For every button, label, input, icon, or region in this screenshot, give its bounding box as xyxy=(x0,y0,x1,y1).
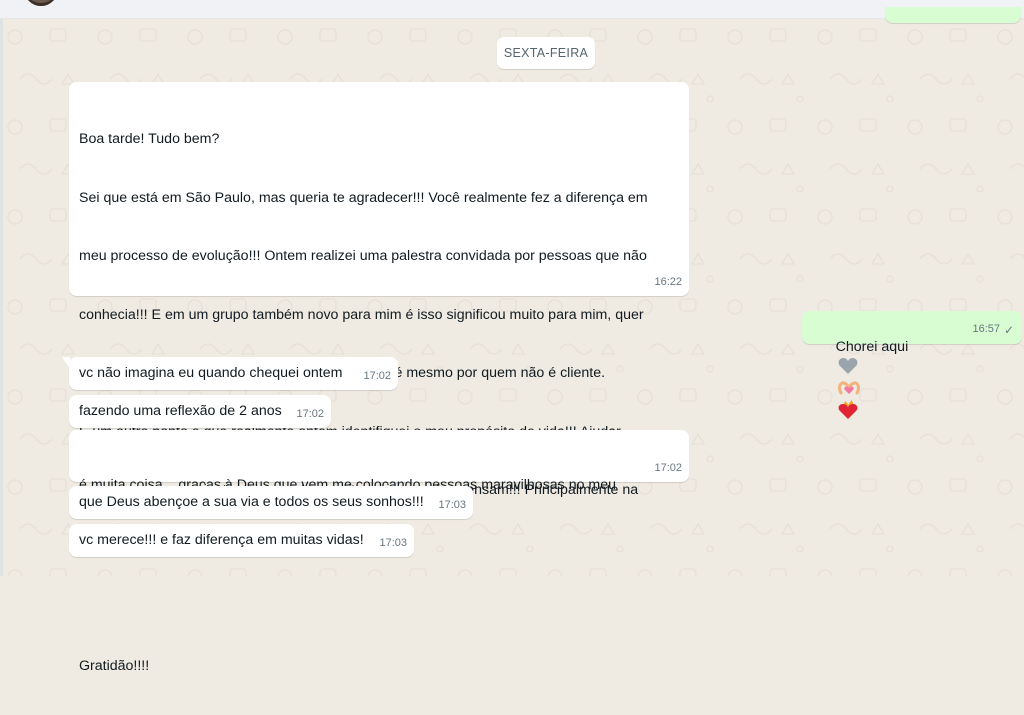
grey-heart-icon xyxy=(838,358,858,374)
message-bubble-incoming[interactable]: vc merece!!! e faz diferença em muitas v… xyxy=(69,524,414,557)
panel-divider xyxy=(0,19,3,576)
message-bubble-outgoing[interactable]: Chorei aqui 16:57 ✓ xyxy=(802,311,1022,419)
message-line: Boa tarde! Tudo bem? xyxy=(79,131,220,147)
message-line: Sei que está em São Paulo, mas queria te… xyxy=(79,189,648,206)
message-bubble-incoming[interactable]: que Deus abençoe a sua via e todos os se… xyxy=(69,486,473,519)
message-timestamp: 17:02 xyxy=(654,461,682,474)
heart-on-fire-icon xyxy=(838,400,858,419)
message-text: vc não imagina eu quando chequei ontem xyxy=(79,365,343,381)
sent-check-icon: ✓ xyxy=(1003,322,1014,337)
message-timestamp: 17:03 xyxy=(438,498,466,511)
message-bubble-incoming[interactable]: é muita coisa... graças à Deus que vem m… xyxy=(69,430,689,552)
message-line: Gratidão!!!! xyxy=(79,657,150,674)
message-line: conhecia!!! E em um grupo também novo pa… xyxy=(79,306,644,323)
message-timestamp: 17:02 xyxy=(296,407,324,420)
message-timestamp: 16:57 xyxy=(972,322,1000,335)
chat-header xyxy=(0,0,1024,19)
message-text: que Deus abençoe a sua via e todos os se… xyxy=(79,494,424,510)
message-text: vc merece!!! e faz diferença em muitas v… xyxy=(79,532,364,548)
message-timestamp: 17:02 xyxy=(363,369,391,382)
message-text: fazendo uma reflexão de 2 anos xyxy=(79,403,282,419)
previous-outgoing-message[interactable] xyxy=(885,7,1021,23)
date-divider: SEXTA-FEIRA xyxy=(497,37,595,69)
message-bubble-incoming[interactable]: fazendo uma reflexão de 2 anos 17:02 xyxy=(69,395,331,428)
bubble-tail xyxy=(62,357,70,369)
message-list[interactable]: SEXTA-FEIRA Boa tarde! Tudo bem? Sei que… xyxy=(0,7,1024,674)
message-timestamp: 16:22 xyxy=(654,275,682,288)
message-timestamp: 17:03 xyxy=(379,536,407,549)
heart-hands-icon xyxy=(837,380,860,394)
avatar[interactable] xyxy=(24,0,58,6)
message-text: Chorei aqui xyxy=(812,318,908,443)
message-line: meu processo de evolução!!! Ontem realiz… xyxy=(79,248,647,264)
message-bubble-incoming[interactable]: vc não imagina eu quando chequei ontem 1… xyxy=(62,357,398,390)
message-text-content: Chorei aqui xyxy=(835,338,909,355)
message-bubble-incoming[interactable]: Boa tarde! Tudo bem? Sei que está em São… xyxy=(69,82,689,674)
